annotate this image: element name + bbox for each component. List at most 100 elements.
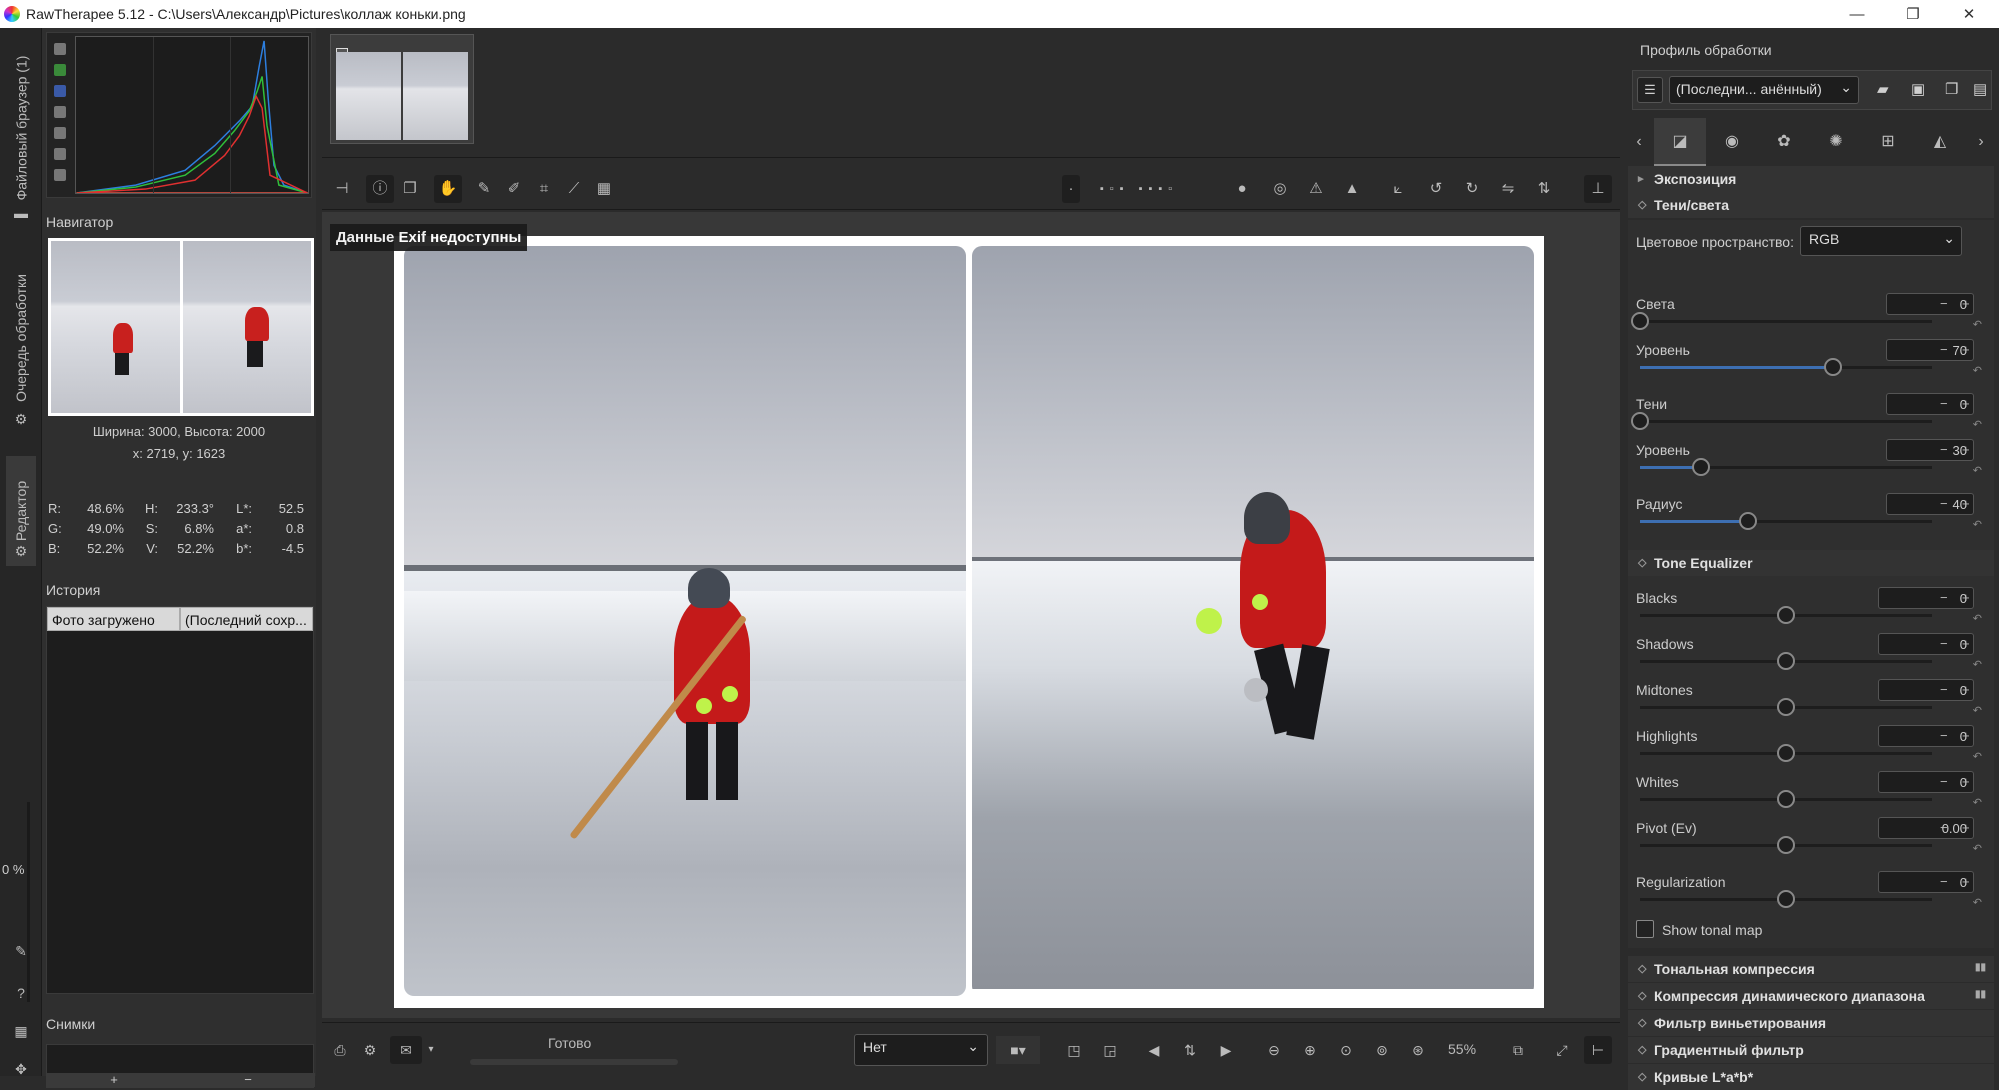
hist-green-icon[interactable] xyxy=(54,64,66,76)
histogram-toggle-icon[interactable]: ⟀ xyxy=(1384,175,1412,203)
slider-track[interactable] xyxy=(1640,466,1932,469)
slider-value[interactable]: 0 xyxy=(1878,587,1974,609)
slider-plus-icon[interactable]: + xyxy=(1962,820,1970,835)
highlight-clip-warning-icon[interactable]: ▲ xyxy=(1338,175,1366,203)
zoom-fit-crop-icon[interactable]: ⊚ xyxy=(1368,1036,1396,1064)
zoom-in-icon[interactable]: ⊕ xyxy=(1296,1036,1324,1064)
slider-value[interactable]: 30 xyxy=(1886,439,1974,461)
hist-blue-icon[interactable] xyxy=(54,85,66,97)
perspective-icon[interactable]: ▦ xyxy=(590,175,618,203)
slider-value[interactable]: 0 xyxy=(1886,393,1974,415)
slider-minus-icon[interactable]: − xyxy=(1940,590,1948,605)
section-gradient[interactable]: ◇ Градиентный фильтр xyxy=(1628,1037,1994,1063)
slider-knob[interactable] xyxy=(1777,836,1795,854)
paste-profile-icon[interactable]: ▤ xyxy=(1973,80,1987,98)
preview-mode-icon[interactable]: · xyxy=(1062,175,1080,203)
gamut-warning-icon[interactable]: ◲ xyxy=(1096,1036,1124,1064)
slider-knob[interactable] xyxy=(1777,652,1795,670)
color-picker-icon[interactable]: ✐ xyxy=(500,175,528,203)
slider-plus-icon[interactable]: + xyxy=(1962,296,1970,311)
restore-button[interactable]: ❐ xyxy=(1890,0,1936,28)
color-management-icon[interactable]: ■▾ xyxy=(996,1036,1040,1064)
tab-advanced-icon[interactable]: ✺ xyxy=(1810,118,1862,166)
tab-file-browser[interactable]: Файловый браузер (1) xyxy=(6,38,36,218)
zoom-fit-icon[interactable]: ⊙ xyxy=(1332,1036,1360,1064)
slider-plus-icon[interactable]: + xyxy=(1962,590,1970,605)
queue-add-icon[interactable]: ⚙ xyxy=(356,1036,384,1064)
crop-icon[interactable]: ⌗ xyxy=(530,175,558,203)
slider-minus-icon[interactable]: − xyxy=(1940,682,1948,697)
reset-icon[interactable]: ↶ xyxy=(1973,842,1982,855)
slider-minus-icon[interactable]: − xyxy=(1940,396,1948,411)
external-editor-dropdown-icon[interactable]: ▾ xyxy=(422,1036,440,1064)
profile-list-icon[interactable]: ☰ xyxy=(1637,77,1663,103)
tabs-left-arrow-icon[interactable]: ‹ xyxy=(1624,118,1654,166)
folder-icon[interactable]: ▬ xyxy=(12,204,30,222)
slider-minus-icon[interactable]: − xyxy=(1940,820,1948,835)
slider-minus-icon[interactable]: − xyxy=(1940,496,1948,511)
add-snapshot-button[interactable]: + xyxy=(47,1073,181,1087)
editor-settings-icon[interactable]: ⚙ xyxy=(12,542,30,560)
slider-plus-icon[interactable]: + xyxy=(1962,682,1970,697)
slider-minus-icon[interactable]: − xyxy=(1940,342,1948,357)
hide-top-panel-icon[interactable]: ⊥ xyxy=(1584,175,1612,203)
slider-minus-icon[interactable]: − xyxy=(1940,728,1948,743)
slider-highlights[interactable]: Highlights 0− + ↶ xyxy=(1636,725,1986,774)
fullscreen-icon[interactable]: ⤢ xyxy=(1548,1036,1576,1064)
slider-minus-icon[interactable]: − xyxy=(1940,874,1948,889)
slider-minus-icon[interactable]: − xyxy=(1940,442,1948,457)
tab-exposure-icon[interactable]: ◪ xyxy=(1654,118,1706,166)
tab-detail-icon[interactable]: ◉ xyxy=(1706,118,1758,166)
save-icon[interactable]: ⎙ xyxy=(326,1036,354,1064)
section-lab-curves[interactable]: ◇ Кривые L*a*b* xyxy=(1628,1064,1994,1090)
hist-luma-icon[interactable] xyxy=(54,106,66,118)
focus-mask-icon[interactable]: ● xyxy=(1228,175,1256,203)
slider-track[interactable] xyxy=(1640,366,1932,369)
preview-preset-select[interactable]: Нет ⌄ xyxy=(854,1034,988,1066)
slider-minus-icon[interactable]: − xyxy=(1940,296,1948,311)
slider-plus-icon[interactable]: + xyxy=(1962,728,1970,743)
slider-value[interactable]: 0 xyxy=(1878,871,1974,893)
reset-icon[interactable]: ↶ xyxy=(1973,796,1982,809)
save-profile-icon[interactable]: ▣ xyxy=(1911,80,1925,98)
rotate-left-icon[interactable]: ↺ xyxy=(1422,175,1450,203)
slider-value[interactable]: 0.00 xyxy=(1878,817,1974,839)
color-space-select[interactable]: RGB ⌄ xyxy=(1800,226,1962,256)
slider-blacks[interactable]: Blacks 0− + ↶ xyxy=(1636,587,1986,636)
filmstrip-thumbnail[interactable] xyxy=(330,34,474,144)
show-tonal-map-checkbox[interactable] xyxy=(1636,920,1654,938)
tabs-right-arrow-icon[interactable]: › xyxy=(1966,118,1996,166)
tab-raw-icon[interactable]: ◭ xyxy=(1914,118,1966,166)
straighten-icon[interactable]: ⟋ xyxy=(560,175,588,203)
open-profile-icon[interactable]: ▰ xyxy=(1877,80,1889,98)
slider-knob[interactable] xyxy=(1777,606,1795,624)
false-color-icon[interactable]: ◎ xyxy=(1266,175,1294,203)
slider-knob[interactable] xyxy=(1631,312,1649,330)
slider-whites[interactable]: Whites 0− + ↶ xyxy=(1636,771,1986,820)
hist-raw-icon[interactable] xyxy=(54,148,66,160)
softproof-icon[interactable]: ◳ xyxy=(1060,1036,1088,1064)
slider-plus-icon[interactable]: + xyxy=(1962,442,1970,457)
next-image-icon[interactable]: ▶ xyxy=(1212,1036,1240,1064)
section-exposure[interactable]: ▸ Экспозиция xyxy=(1628,166,1994,192)
hist-mode-icon[interactable] xyxy=(54,169,66,181)
slider-value[interactable]: 0 xyxy=(1886,293,1974,315)
new-window-icon[interactable]: ⧉ xyxy=(1504,1036,1532,1064)
slider-plus-icon[interactable]: + xyxy=(1962,636,1970,651)
slider-midtones[interactable]: Midtones 0− + ↶ xyxy=(1636,679,1986,728)
section-shadows-highlights[interactable]: ◇ Тени/света xyxy=(1628,192,1994,218)
slider-track[interactable] xyxy=(1640,420,1932,423)
slider-minus-icon[interactable]: − xyxy=(1940,774,1948,789)
slider-regularization[interactable]: Regularization 0− + ↶ xyxy=(1636,871,1986,920)
section-vignetting[interactable]: ◇ Фильтр виньетирования xyxy=(1628,1010,1994,1036)
slider-knob[interactable] xyxy=(1777,744,1795,762)
slider-knob[interactable] xyxy=(1739,512,1757,530)
pipette-icon[interactable]: ✎ xyxy=(12,942,30,960)
slider-plus-icon[interactable]: + xyxy=(1962,774,1970,789)
reset-icon[interactable]: ↶ xyxy=(1973,464,1982,477)
gear-icon[interactable]: ⚙ xyxy=(12,410,30,428)
tab-color-icon[interactable]: ✿ xyxy=(1758,118,1810,166)
reset-icon[interactable]: ↶ xyxy=(1973,896,1982,909)
slider-knob[interactable] xyxy=(1824,358,1842,376)
sync-icon[interactable]: ⇅ xyxy=(1176,1036,1204,1064)
